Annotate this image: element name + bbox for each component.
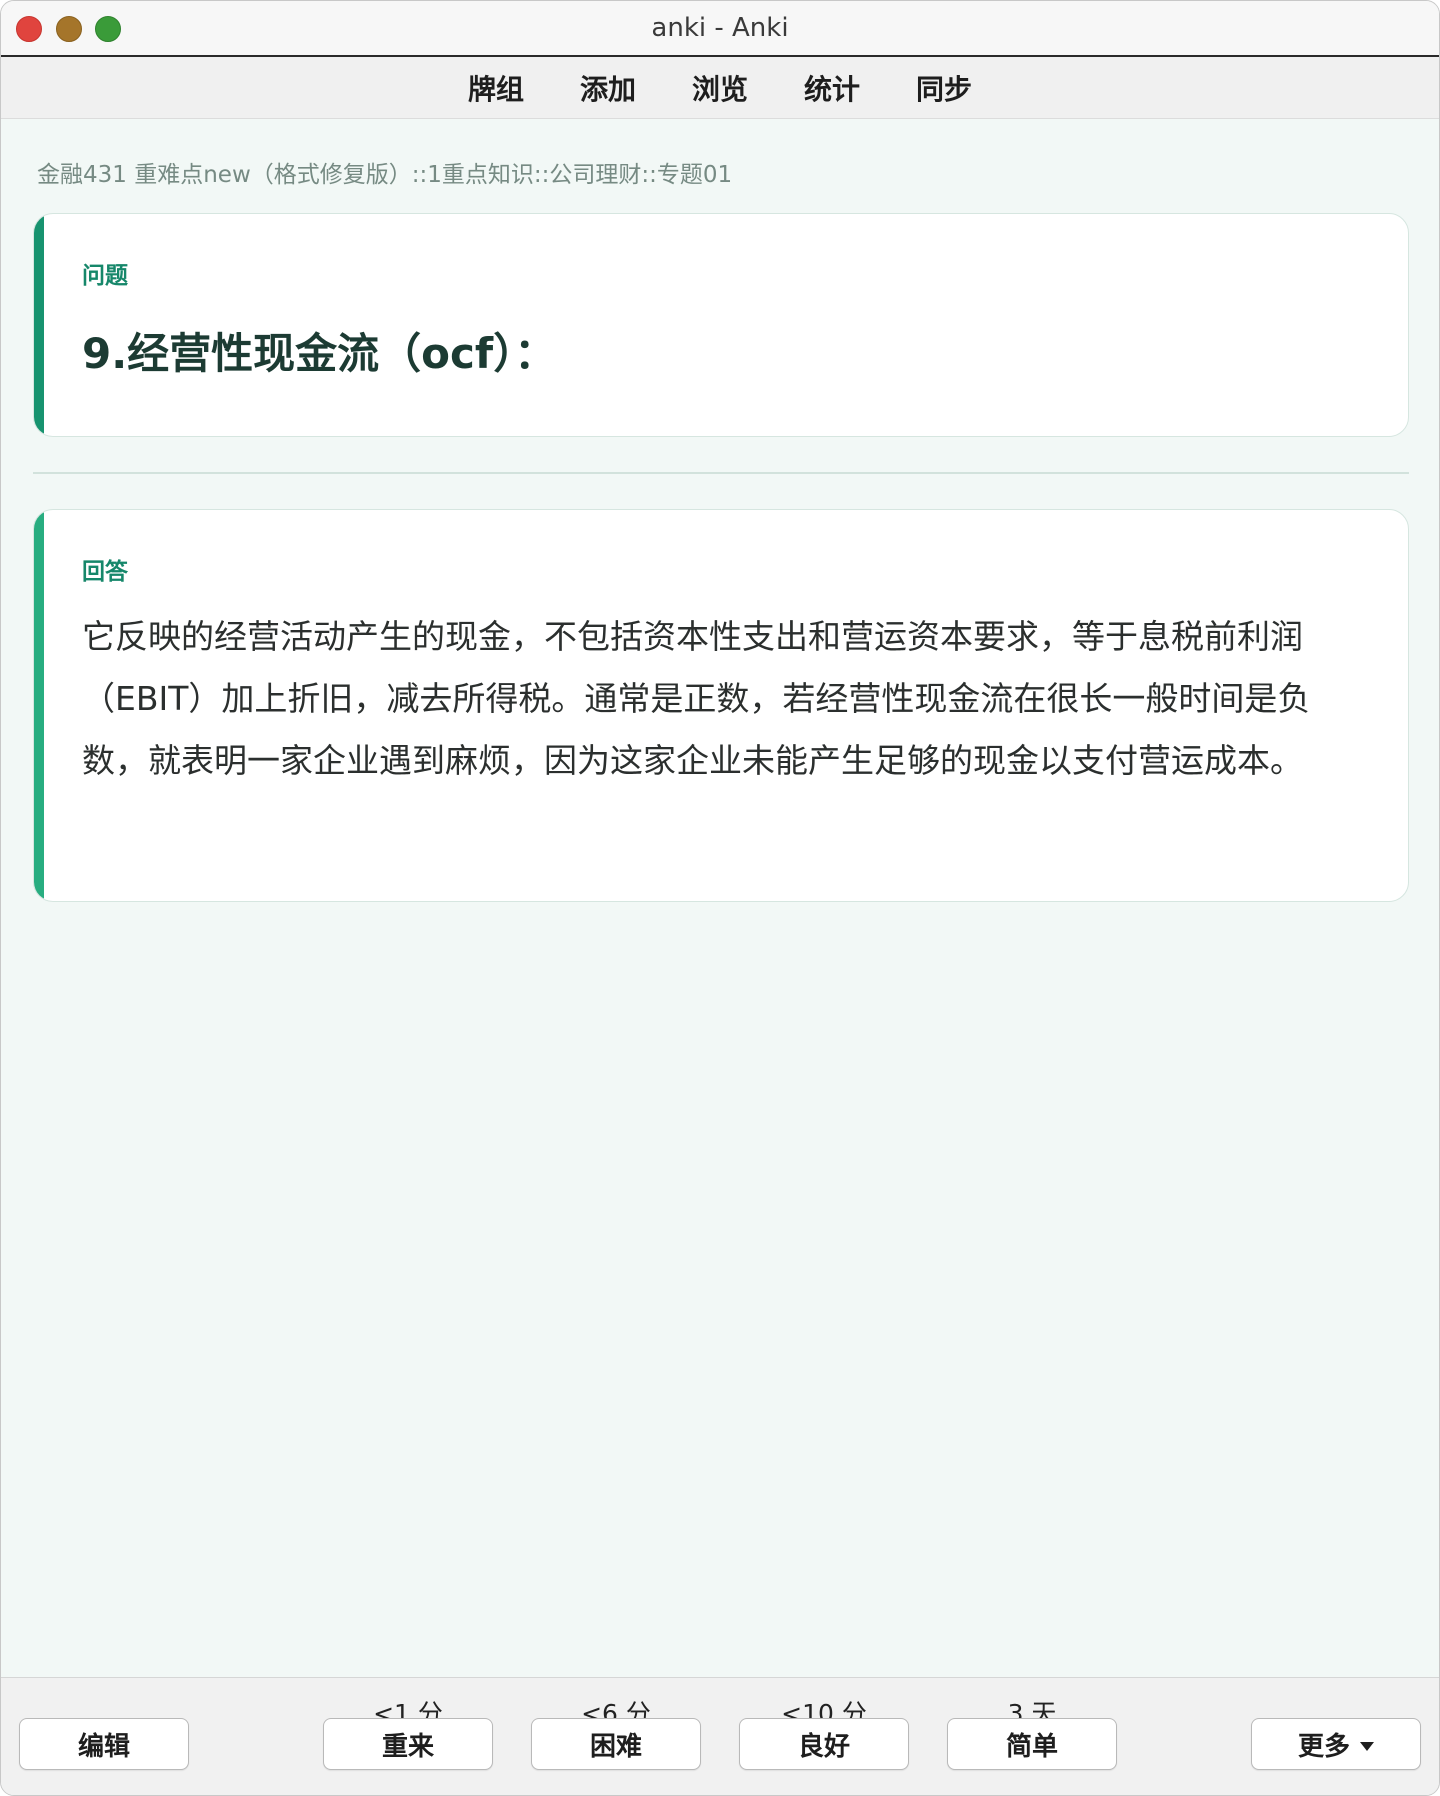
toolbar-sync[interactable]: 同步	[916, 68, 972, 108]
hard-button[interactable]: 困难	[531, 1718, 701, 1770]
toolbar-decks[interactable]: 牌组	[468, 68, 524, 108]
title-bar: anki - Anki	[1, 1, 1439, 57]
more-button[interactable]: 更多	[1251, 1718, 1421, 1770]
answer-text: 它反映的经营活动产生的现金，不包括资本性支出和营运资本要求，等于息税前利润（EB…	[82, 617, 1311, 780]
more-label: 更多	[1297, 1731, 1350, 1762]
toolbar-add[interactable]: 添加	[580, 68, 636, 108]
deck-breadcrumb: 金融431 重难点new（格式修复版）::1重点知识::公司理财::专题01	[37, 162, 733, 188]
question-card: 问题 9.经营性现金流（ocf）：	[33, 213, 1409, 437]
good-button[interactable]: 良好	[739, 1718, 909, 1770]
review-bottom-bar: 编辑 <1 分 重来 <6 分 困难 <10 分 良好 3 天 简单 更多	[1, 1677, 1439, 1795]
toolbar-browse[interactable]: 浏览	[692, 68, 748, 108]
question-text: 9.经营性现金流（ocf）：	[82, 329, 557, 378]
anki-window: anki - Anki 牌组 添加 浏览 统计 同步 金融431 重难点new（…	[0, 0, 1440, 1796]
answer-label: 回答	[82, 559, 128, 585]
easy-button[interactable]: 简单	[947, 1718, 1117, 1770]
window-title: anki - Anki	[651, 13, 789, 43]
main-toolbar: 牌组 添加 浏览 统计 同步	[1, 57, 1439, 119]
caret-down-icon	[1360, 1741, 1374, 1751]
again-button[interactable]: 重来	[323, 1718, 493, 1770]
card-divider	[33, 472, 1409, 474]
toolbar-stats[interactable]: 统计	[804, 68, 860, 108]
question-label: 问题	[82, 263, 128, 289]
edit-button[interactable]: 编辑	[19, 1718, 189, 1770]
answer-card: 回答 它反映的经营活动产生的现金，不包括资本性支出和营运资本要求，等于息税前利润…	[33, 509, 1409, 902]
